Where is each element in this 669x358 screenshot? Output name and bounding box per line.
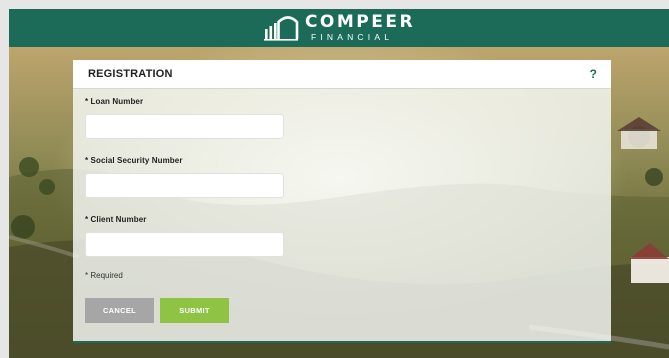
brand-subname: FINANCIAL <box>310 32 394 43</box>
brand-name: COMPEER <box>304 12 416 33</box>
cancel-button[interactable]: CANCEL <box>85 298 154 323</box>
panel-header: REGISTRATION ? <box>73 60 611 89</box>
loan-number-group: * Loan Number <box>85 96 611 139</box>
required-note: * Required <box>85 271 123 280</box>
app-frame: COMPEER FINANCIAL REGISTRATION ? * Loan … <box>9 9 669 358</box>
loan-number-label: * Loan Number <box>85 97 144 106</box>
client-number-label: * Client Number <box>85 215 147 224</box>
header-bar: COMPEER FINANCIAL <box>9 9 669 47</box>
form-actions: CANCEL SUBMIT <box>85 298 611 323</box>
registration-panel: REGISTRATION ? * Loan Number * Social Se… <box>73 60 611 343</box>
ssn-input[interactable] <box>85 173 284 198</box>
ssn-group: * Social Security Number <box>85 155 611 198</box>
panel-title: REGISTRATION <box>88 68 173 80</box>
registration-form: * Loan Number * Social Security Number *… <box>73 89 611 323</box>
client-number-input[interactable] <box>85 232 284 257</box>
ssn-label: * Social Security Number <box>85 156 183 165</box>
client-number-group: * Client Number <box>85 214 611 257</box>
help-icon[interactable]: ? <box>590 67 597 81</box>
building-arch-icon <box>263 16 299 41</box>
loan-number-input[interactable] <box>85 114 284 139</box>
submit-button[interactable]: SUBMIT <box>160 298 229 323</box>
brand-logo[interactable]: COMPEER FINANCIAL <box>263 14 415 42</box>
